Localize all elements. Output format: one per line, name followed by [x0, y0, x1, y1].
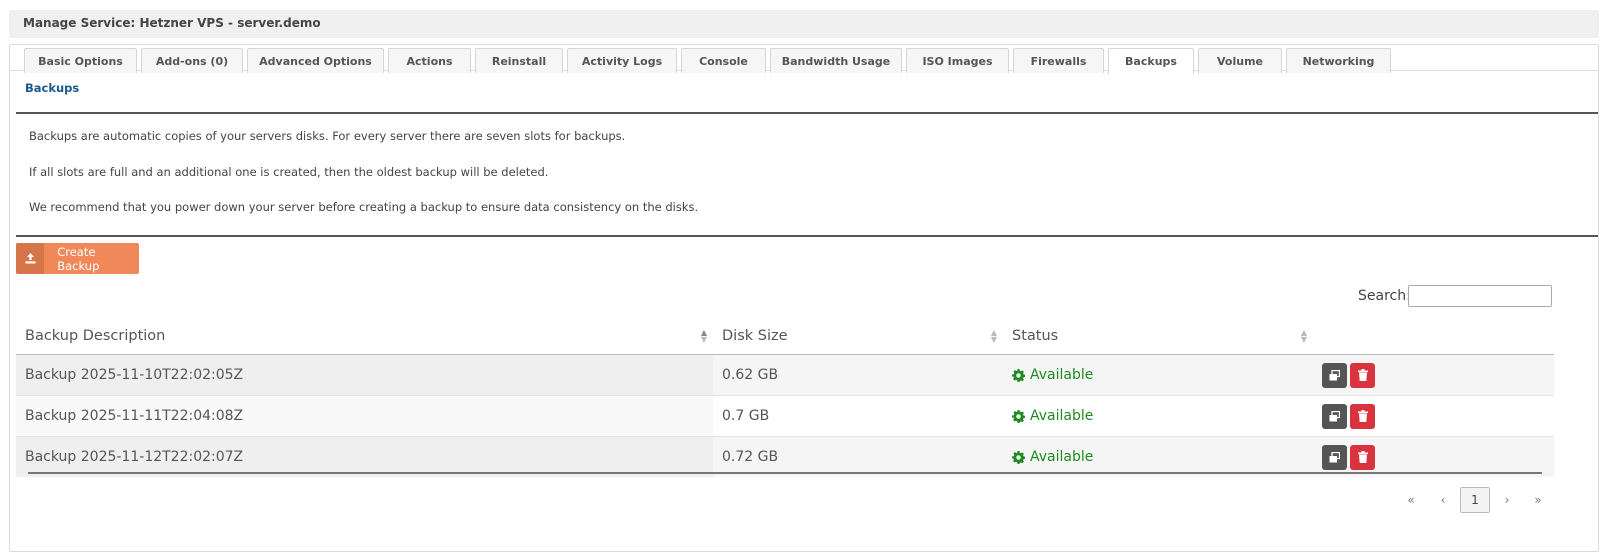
search-label: Search:: [1358, 288, 1411, 304]
restore-button[interactable]: [1322, 444, 1347, 470]
description-line: If all slots are full and an additional …: [29, 165, 549, 179]
backup-description: Backup 2025-11-10T22:02:05Z: [16, 354, 713, 396]
delete-button[interactable]: [1350, 444, 1375, 470]
delete-button[interactable]: [1350, 403, 1375, 429]
pagination-first[interactable]: «: [1401, 487, 1421, 513]
description-line: We recommend that you power down your se…: [29, 200, 699, 214]
upload-icon: [16, 243, 45, 274]
status-text: Available: [1030, 449, 1094, 465]
tab-actions[interactable]: Actions: [388, 48, 471, 73]
status-badge: Available: [1012, 449, 1313, 465]
restore-button[interactable]: [1322, 403, 1347, 429]
service-panel: Basic Options Add-ons (0) Advanced Optio…: [9, 44, 1599, 552]
tab-reinstall[interactable]: Reinstall: [475, 48, 563, 73]
backup-size: 0.62 GB: [713, 354, 1003, 396]
column-label: Status: [1012, 327, 1059, 344]
column-label: Disk Size: [722, 327, 788, 344]
tab-firewalls[interactable]: Firewalls: [1013, 48, 1104, 73]
backup-description: Backup 2025-11-12T22:02:07Z: [16, 436, 713, 477]
tab-volume[interactable]: Volume: [1198, 48, 1282, 73]
status-badge: Available: [1012, 408, 1313, 424]
column-header-description[interactable]: Backup Description ▲ ▼: [16, 317, 713, 355]
window-restore-icon: [1329, 369, 1340, 380]
sort-icon: ▲ ▼: [1300, 328, 1307, 344]
backup-size: 0.72 GB: [713, 436, 1003, 477]
gear-icon: [1012, 368, 1025, 382]
page-header: Manage Service: Hetzner VPS - server.dem…: [9, 10, 1599, 38]
table-bottom-border: [28, 472, 1542, 474]
table-header-row: Backup Description ▲ ▼ Disk Size ▲ ▼ Statu…: [16, 317, 1554, 355]
actions-cell: [1313, 395, 1554, 437]
column-header-status[interactable]: Status ▲ ▼: [1003, 317, 1313, 355]
status-cell: Available: [1003, 395, 1313, 437]
table-row: Backup 2025-11-11T22:04:08Z 0.7 GB Avail…: [16, 395, 1554, 437]
tab-console[interactable]: Console: [681, 48, 766, 73]
backup-description: Backup 2025-11-11T22:04:08Z: [16, 395, 713, 437]
divider: [16, 235, 1598, 237]
table-row: Backup 2025-11-10T22:02:05Z 0.62 GB Avai…: [16, 354, 1554, 396]
actions-cell: [1313, 436, 1554, 477]
status-text: Available: [1030, 408, 1094, 424]
trash-icon: [1357, 369, 1368, 381]
create-backup-label: Create Backup: [57, 244, 100, 273]
gear-icon: [1012, 450, 1025, 464]
section-title: Backups: [25, 81, 80, 95]
restore-button[interactable]: [1322, 362, 1347, 388]
column-header-actions: [1313, 317, 1554, 355]
status-text: Available: [1030, 367, 1094, 383]
column-header-disk-size[interactable]: Disk Size ▲ ▼: [713, 317, 1003, 355]
tab-networking[interactable]: Networking: [1286, 48, 1391, 73]
page-title: Manage Service: Hetzner VPS - server.dem…: [23, 16, 321, 30]
tab-bandwidth-usage[interactable]: Bandwidth Usage: [770, 48, 902, 73]
status-badge: Available: [1012, 367, 1313, 383]
backups-table: Backup Description ▲ ▼ Disk Size ▲ ▼ Statu…: [16, 317, 1554, 477]
status-cell: Available: [1003, 354, 1313, 396]
tab-advanced-options[interactable]: Advanced Options: [247, 48, 384, 73]
divider: [16, 112, 1598, 114]
pagination-next[interactable]: ›: [1497, 487, 1517, 513]
tab-add-ons[interactable]: Add-ons (0): [141, 48, 243, 73]
pagination-page-current[interactable]: 1: [1460, 487, 1490, 513]
actions-cell: [1313, 354, 1554, 396]
tab-bar: Basic Options Add-ons (0) Advanced Optio…: [10, 45, 1598, 74]
description-line: Backups are automatic copies of your ser…: [29, 129, 626, 143]
tab-activity-logs[interactable]: Activity Logs: [567, 48, 677, 73]
column-label: Backup Description: [25, 327, 166, 344]
trash-icon: [1357, 410, 1368, 422]
delete-button[interactable]: [1350, 362, 1375, 388]
window-restore-icon: [1329, 410, 1340, 421]
table-row: Backup 2025-11-12T22:02:07Z 0.72 GB Avai…: [16, 436, 1554, 477]
search-input[interactable]: [1408, 285, 1552, 307]
sort-asc-icon: ▲ ▼: [700, 328, 707, 344]
create-backup-button[interactable]: Create Backup: [16, 243, 139, 274]
status-cell: Available: [1003, 436, 1313, 477]
sort-icon: ▲ ▼: [990, 328, 997, 344]
gear-icon: [1012, 409, 1025, 423]
backup-size: 0.7 GB: [713, 395, 1003, 437]
tab-backups[interactable]: Backups: [1108, 48, 1194, 74]
trash-icon: [1357, 451, 1368, 463]
pagination-last[interactable]: »: [1528, 487, 1548, 513]
tab-basic-options[interactable]: Basic Options: [24, 48, 137, 73]
pagination-previous[interactable]: ‹: [1433, 487, 1453, 513]
tab-iso-images[interactable]: ISO Images: [906, 48, 1009, 73]
window-restore-icon: [1329, 451, 1340, 462]
